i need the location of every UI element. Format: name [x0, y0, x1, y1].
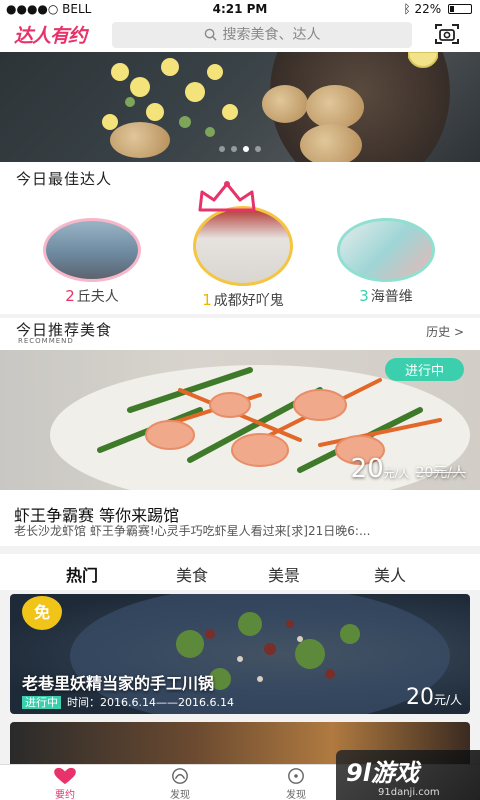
- tab-hot[interactable]: 热门: [66, 562, 98, 586]
- bluetooth-icon: ᛒ: [403, 2, 411, 16]
- discover-icon: [288, 768, 304, 784]
- avatar: [337, 218, 435, 282]
- expert-card-2[interactable]: 2 丘夫人: [42, 218, 142, 306]
- discover-icon: [172, 768, 188, 784]
- old-price: 20元/人: [415, 465, 466, 481]
- price-label: 20元/人 20元/人: [351, 454, 466, 484]
- card-time: 时间：2016.6.14——2016.6.14: [67, 696, 234, 709]
- crown-icon: [198, 181, 256, 212]
- carousel-dot[interactable]: [231, 146, 237, 152]
- price-unit: 元/人: [383, 467, 410, 480]
- status-badge: 进行中: [22, 696, 61, 709]
- section-title: 今日最佳达人: [16, 170, 113, 188]
- battery-percent: 22%: [414, 2, 442, 16]
- card-title: 老巷里妖精当家的手工川锅: [22, 674, 215, 693]
- nav-label: 要约: [55, 790, 75, 800]
- watermark-overlay: 9l游戏 91danji.com: [336, 750, 480, 800]
- carousel-dot[interactable]: [219, 146, 225, 152]
- expert-card-1[interactable]: 1 成都好吖鬼: [188, 206, 298, 310]
- nav-label: 发现: [286, 790, 306, 800]
- carousel-dot[interactable]: [243, 146, 249, 152]
- nav-yaoyue[interactable]: 要约: [35, 767, 95, 800]
- avatar: [193, 206, 293, 286]
- section-subtitle: RECOMMEND: [18, 337, 74, 345]
- nav-discover[interactable]: 发现: [266, 767, 326, 800]
- app-logo: 达人有约: [14, 25, 87, 47]
- card-meta: 进行中 时间：2016.6.14——2016.6.14: [22, 694, 234, 710]
- recommended-food-info[interactable]: 虾王争霸赛 等你来踢馆 老长沙龙虾馆 虾王争霸赛!心灵手巧吃虾星人看过来[求]2…: [0, 490, 480, 546]
- recommend-header: 今日推荐美食 RECOMMEND 历史 >: [0, 318, 480, 350]
- category-tabs: 热门 美食 美景 美人: [0, 554, 480, 590]
- tab-people[interactable]: 美人: [374, 562, 406, 586]
- history-link[interactable]: 历史 >: [426, 323, 464, 340]
- price-value: 20: [405, 685, 434, 710]
- rank-number: 1: [202, 291, 212, 309]
- status-badge: 进行中: [384, 358, 464, 381]
- avatar: [43, 218, 141, 282]
- watermark-url: 91danji.com: [378, 787, 440, 798]
- nav-second[interactable]: 发现: [150, 767, 210, 800]
- tab-scenery[interactable]: 美景: [268, 562, 300, 586]
- carousel-dots: [0, 137, 480, 156]
- search-icon: [204, 28, 217, 41]
- nav-label: 发现: [170, 790, 190, 800]
- price-value: 20: [350, 454, 384, 484]
- expert-card-3[interactable]: 3 海普维: [336, 218, 436, 306]
- banner-carousel[interactable]: [0, 52, 480, 162]
- food-description: 老长沙龙虾馆 虾王争霸赛!心灵手巧吃虾星人看过来[求]21日晚6:...: [14, 524, 371, 538]
- cookie-image: [262, 85, 308, 123]
- battery-indicator: ᛒ 22%: [403, 2, 472, 16]
- status-bar: ●●●●○ BELL 4:21 PM ᛒ 22%: [0, 0, 480, 18]
- tab-food[interactable]: 美食: [176, 562, 208, 586]
- carousel-dot[interactable]: [255, 146, 261, 152]
- expert-name: 海普维: [370, 289, 413, 305]
- app-header: 达人有约 搜索美食、达人: [0, 18, 480, 52]
- cookie-image: [306, 85, 364, 129]
- expert-name: 丘夫人: [76, 289, 119, 305]
- camera-scan-icon[interactable]: [434, 23, 460, 45]
- card-price: 20元/人: [406, 685, 462, 710]
- feed-card[interactable]: 免 老巷里妖精当家的手工川锅 进行中 时间：2016.6.14——2016.6.1…: [10, 594, 470, 714]
- search-placeholder: 搜索美食、达人: [222, 27, 321, 43]
- rank-number: 3: [359, 287, 369, 305]
- heart-icon: [54, 767, 76, 785]
- search-input[interactable]: 搜索美食、达人: [112, 22, 412, 48]
- price-unit: 元/人: [433, 693, 462, 707]
- expert-name: 成都好吖鬼: [213, 293, 284, 309]
- recommended-food-image[interactable]: 进行中 20元/人 20元/人: [0, 350, 480, 490]
- lemon-image: [408, 52, 438, 68]
- rank-number: 2: [65, 287, 75, 305]
- watermark-logo: 9l游戏: [346, 759, 419, 787]
- battery-icon: [448, 4, 472, 14]
